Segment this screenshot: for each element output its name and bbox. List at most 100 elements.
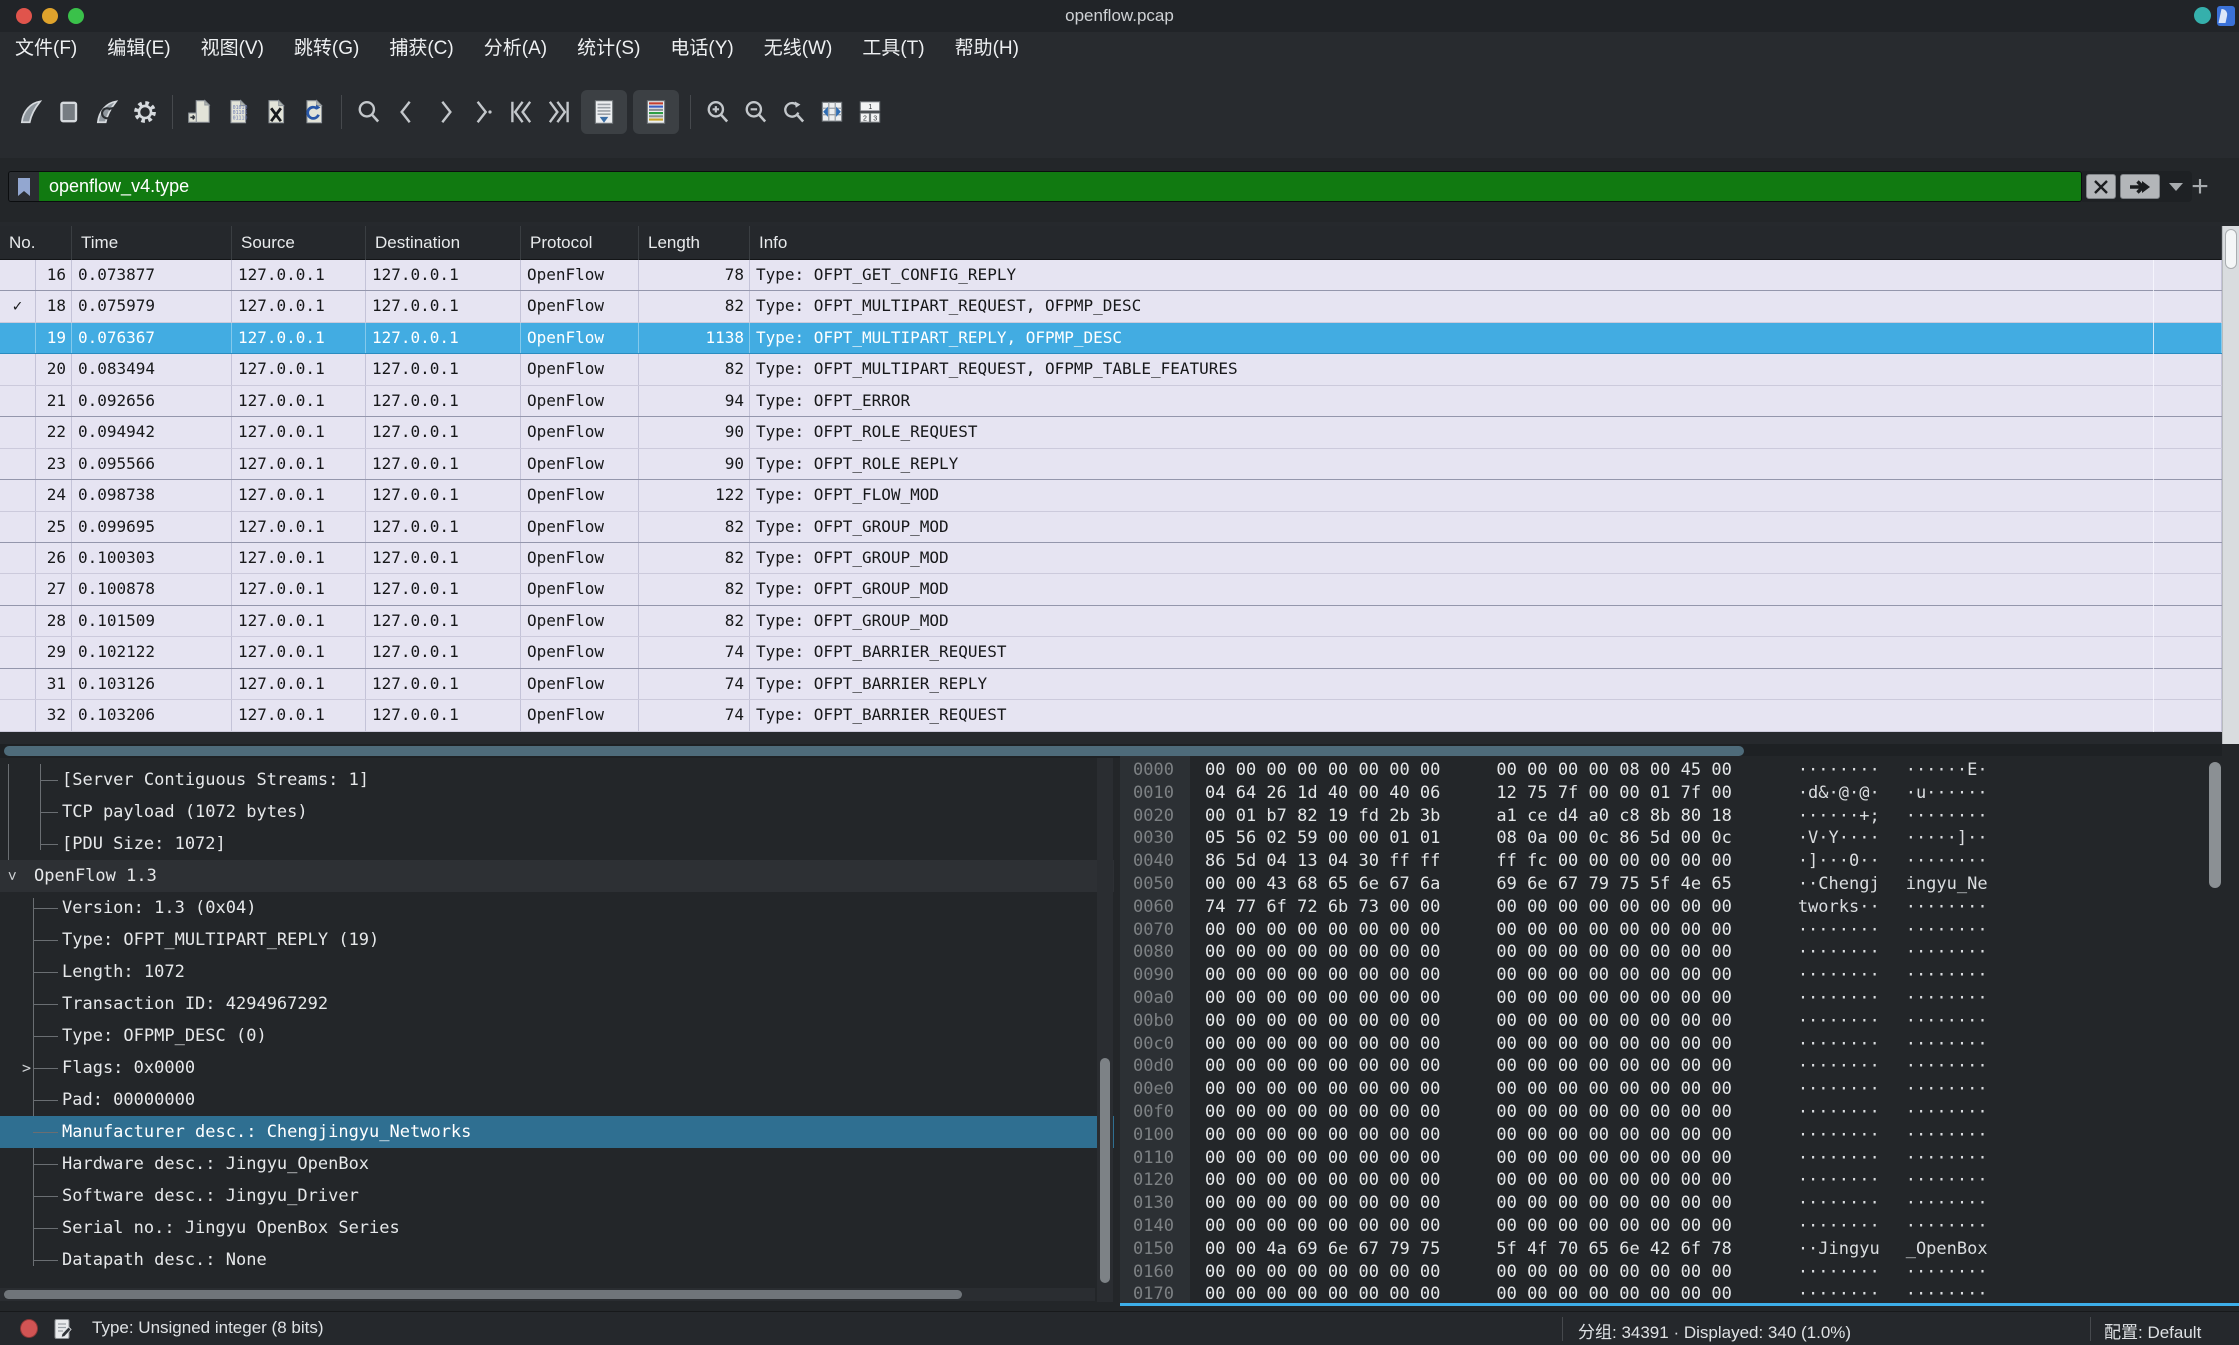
profile-selector[interactable]: 配置: Default xyxy=(2104,1318,2201,1343)
save-file-button[interactable]: 010100110101110 xyxy=(219,90,257,134)
hex-row[interactable]: 012000 00 00 00 00 00 00 0000 00 00 00 0… xyxy=(1120,1169,2239,1192)
hex-vertical-scrollbar[interactable] xyxy=(2206,758,2224,1302)
filter-add-button[interactable]: + xyxy=(2184,171,2216,202)
packet-row[interactable]: 220.094942127.0.0.1127.0.0.1OpenFlow90Ty… xyxy=(0,417,2222,448)
stop-capture-button[interactable] xyxy=(50,90,88,134)
hex-row[interactable]: 00c000 00 00 00 00 00 00 0000 00 00 00 0… xyxy=(1120,1033,2239,1056)
detail-hscroll-thumb[interactable] xyxy=(4,1290,962,1299)
hex-row[interactable]: 00a000 00 00 00 00 00 00 0000 00 00 00 0… xyxy=(1120,987,2239,1010)
find-packet-button[interactable] xyxy=(350,90,388,134)
detail-horizontal-scrollbar[interactable] xyxy=(0,1288,1095,1301)
restart-capture-button[interactable] xyxy=(88,90,126,134)
column-header-source[interactable]: Source xyxy=(232,226,366,260)
hex-row[interactable]: 002000 01 b7 82 19 fd 2b 3ba1 ce d4 a0 c… xyxy=(1120,805,2239,828)
hex-row[interactable]: 00d000 00 00 00 00 00 00 0000 00 00 00 0… xyxy=(1120,1055,2239,1078)
tree-item[interactable]: Serial no.: Jingyu OpenBox Series xyxy=(0,1212,1114,1244)
column-header-protocol[interactable]: Protocol xyxy=(521,226,639,260)
hex-row[interactable]: 00e000 00 00 00 00 00 00 0000 00 00 00 0… xyxy=(1120,1078,2239,1101)
tree-item[interactable]: >OpenFlow 1.3 xyxy=(0,860,1114,892)
menu-item-6[interactable]: 统计(S) xyxy=(562,32,655,66)
tree-item[interactable]: >Flags: 0x0000 xyxy=(0,1052,1114,1084)
next-packet-button[interactable] xyxy=(426,90,464,134)
menu-item-1[interactable]: 编辑(E) xyxy=(92,32,185,66)
hex-row[interactable]: 00b000 00 00 00 00 00 00 0000 00 00 00 0… xyxy=(1120,1010,2239,1033)
tree-item[interactable]: TCP payload (1072 bytes) xyxy=(0,796,1114,828)
column-header-time[interactable]: Time xyxy=(72,226,232,260)
packet-row[interactable]: 310.103126127.0.0.1127.0.0.1OpenFlow74Ty… xyxy=(0,669,2222,700)
hex-row[interactable]: 000000 00 00 00 00 00 00 0000 00 00 00 0… xyxy=(1120,759,2239,782)
layout-button[interactable]: 123 xyxy=(851,90,889,134)
start-capture-button[interactable] xyxy=(12,90,50,134)
capture-options-button[interactable] xyxy=(126,90,164,134)
filter-clear-button[interactable] xyxy=(2086,174,2116,199)
tree-item[interactable]: Pad: 00000000 xyxy=(0,1084,1114,1116)
menu-item-4[interactable]: 捕获(C) xyxy=(374,32,468,66)
zoom-out-button[interactable] xyxy=(737,90,775,134)
expert-info-icon[interactable] xyxy=(20,1319,38,1338)
packet-row[interactable]: 200.083494127.0.0.1127.0.0.1OpenFlow82Ty… xyxy=(0,354,2222,385)
hex-row[interactable]: 00f000 00 00 00 00 00 00 0000 00 00 00 0… xyxy=(1120,1101,2239,1124)
packet-row[interactable]: 240.098738127.0.0.1127.0.0.1OpenFlow122T… xyxy=(0,480,2222,511)
packet-row[interactable]: 160.073877127.0.0.1127.0.0.1OpenFlow78Ty… xyxy=(0,260,2222,291)
packet-row[interactable]: 260.100303127.0.0.1127.0.0.1OpenFlow82Ty… xyxy=(0,543,2222,574)
packet-row[interactable]: 280.101509127.0.0.1127.0.0.1OpenFlow82Ty… xyxy=(0,606,2222,637)
packet-row[interactable]: 320.103206127.0.0.1127.0.0.1OpenFlow74Ty… xyxy=(0,700,2222,731)
menu-item-0[interactable]: 文件(F) xyxy=(0,32,92,66)
hex-vscroll-thumb[interactable] xyxy=(2209,762,2221,888)
hex-row[interactable]: 014000 00 00 00 00 00 00 0000 00 00 00 0… xyxy=(1120,1215,2239,1238)
column-header-length[interactable]: Length xyxy=(639,226,750,260)
hex-row[interactable]: 009000 00 00 00 00 00 00 0000 00 00 00 0… xyxy=(1120,964,2239,987)
hex-row[interactable]: 007000 00 00 00 00 00 00 0000 00 00 00 0… xyxy=(1120,919,2239,942)
menu-item-8[interactable]: 无线(W) xyxy=(749,32,848,66)
open-file-button[interactable] xyxy=(181,90,219,134)
hex-row[interactable]: 013000 00 00 00 00 00 00 0000 00 00 00 0… xyxy=(1120,1192,2239,1215)
tree-item[interactable]: Type: OFPMP_DESC (0) xyxy=(0,1020,1114,1052)
column-header-destination[interactable]: Destination xyxy=(366,226,521,260)
last-packet-button[interactable] xyxy=(540,90,578,134)
detail-vscroll-thumb[interactable] xyxy=(1100,1058,1110,1283)
hex-row[interactable]: 015000 00 4a 69 6e 67 79 755f 4f 70 65 6… xyxy=(1120,1238,2239,1261)
tree-item[interactable]: Manufacturer desc.: Chengjingyu_Networks xyxy=(0,1116,1114,1148)
resize-columns-button[interactable] xyxy=(813,90,851,134)
reload-file-button[interactable] xyxy=(295,90,333,134)
display-filter-input[interactable]: openflow_v4.type xyxy=(8,171,2082,202)
tree-item[interactable]: Length: 1072 xyxy=(0,956,1114,988)
hex-row[interactable]: 006074 77 6f 72 6b 73 00 0000 00 00 00 0… xyxy=(1120,896,2239,919)
filter-dropdown-caret[interactable] xyxy=(2169,183,2183,191)
prev-packet-button[interactable] xyxy=(388,90,426,134)
auto-scroll-button[interactable] xyxy=(581,90,627,134)
hex-row[interactable]: 017000 00 00 00 00 00 00 0000 00 00 00 0… xyxy=(1120,1283,2239,1306)
hex-row[interactable]: 008000 00 00 00 00 00 00 0000 00 00 00 0… xyxy=(1120,941,2239,964)
tree-item[interactable]: Type: OFPT_MULTIPART_REPLY (19) xyxy=(0,924,1114,956)
tree-item[interactable]: Transaction ID: 4294967292 xyxy=(0,988,1114,1020)
filter-bookmark-button[interactable] xyxy=(9,172,39,201)
collapse-arrow-icon[interactable]: > xyxy=(0,871,29,880)
menu-item-10[interactable]: 帮助(H) xyxy=(940,32,1034,66)
menu-item-5[interactable]: 分析(A) xyxy=(469,32,562,66)
packet-row[interactable]: 210.092656127.0.0.1127.0.0.1OpenFlow94Ty… xyxy=(0,386,2222,417)
packet-row[interactable]: 270.100878127.0.0.1127.0.0.1OpenFlow82Ty… xyxy=(0,574,2222,605)
packet-row[interactable]: 250.099695127.0.0.1127.0.0.1OpenFlow82Ty… xyxy=(0,512,2222,543)
close-file-button[interactable] xyxy=(257,90,295,134)
tree-item[interactable]: Hardware desc.: Jingyu_OpenBox xyxy=(0,1148,1114,1180)
expand-arrow-icon[interactable]: > xyxy=(22,1052,31,1084)
detail-vertical-scrollbar[interactable] xyxy=(1097,758,1113,1302)
zoom-in-button[interactable] xyxy=(699,90,737,134)
column-header-no[interactable]: No. xyxy=(0,226,72,260)
packet-row[interactable]: 190.076367127.0.0.1127.0.0.1OpenFlow1138… xyxy=(0,323,2222,354)
hex-row[interactable]: 004086 5d 04 13 04 30 ff ffff fc 00 00 0… xyxy=(1120,850,2239,873)
filter-apply-button[interactable] xyxy=(2120,174,2160,199)
packet-row[interactable]: 290.102122127.0.0.1127.0.0.1OpenFlow74Ty… xyxy=(0,637,2222,668)
first-packet-button[interactable] xyxy=(502,90,540,134)
packet-list-vertical-scrollbar[interactable] xyxy=(2222,226,2239,744)
tree-item[interactable]: Version: 1.3 (0x04) xyxy=(0,892,1114,924)
hex-row[interactable]: 001004 64 26 1d 40 00 40 0612 75 7f 00 0… xyxy=(1120,782,2239,805)
hex-row[interactable]: 005000 00 43 68 65 6e 67 6a69 6e 67 79 7… xyxy=(1120,873,2239,896)
menu-item-3[interactable]: 跳转(G) xyxy=(279,32,374,66)
menu-item-9[interactable]: 工具(T) xyxy=(847,32,939,66)
packet-list-vscroll-thumb[interactable] xyxy=(2225,229,2237,269)
capture-comment-icon[interactable] xyxy=(52,1318,74,1340)
menu-item-7[interactable]: 电话(Y) xyxy=(655,32,748,66)
hex-row[interactable]: 011000 00 00 00 00 00 00 0000 00 00 00 0… xyxy=(1120,1147,2239,1170)
hex-row[interactable]: 016000 00 00 00 00 00 00 0000 00 00 00 0… xyxy=(1120,1261,2239,1284)
